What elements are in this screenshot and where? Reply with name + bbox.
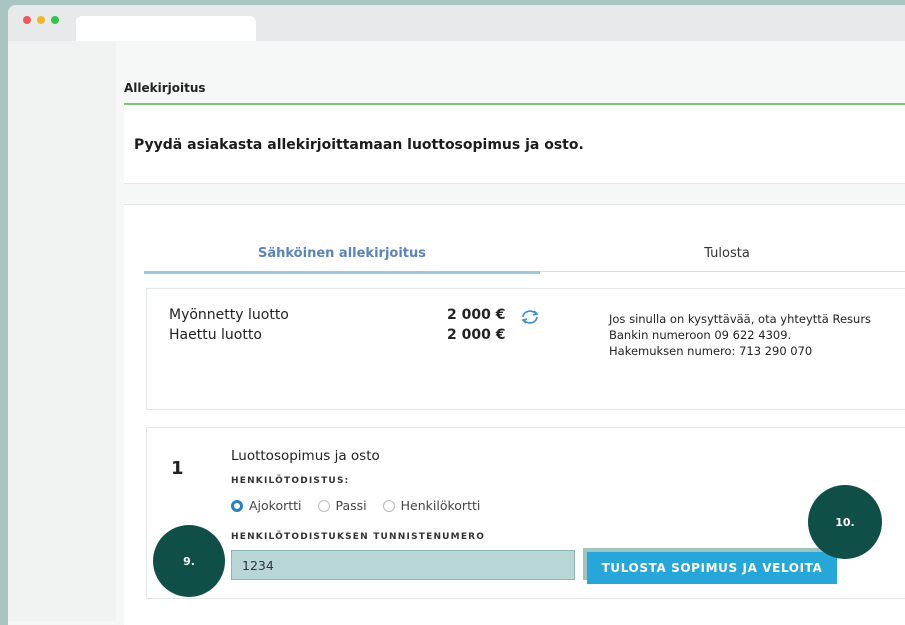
minimize-window-icon[interactable] — [37, 16, 45, 24]
granted-credit-value: 2 000 € — [447, 307, 506, 323]
applied-credit-label: Haettu luotto — [169, 327, 262, 343]
tab-label: Tulosta — [704, 246, 750, 261]
step-number: 1 — [171, 458, 184, 479]
step-credit-agreement: 1 Luottosopimus ja osto HENKILÖTODISTUS:… — [146, 427, 905, 599]
credit-summary: Myönnetty luotto 2 000 € Haettu luotto 2… — [146, 288, 905, 410]
step-title: Luottosopimus ja osto — [231, 448, 380, 464]
applied-credit-value: 2 000 € — [447, 327, 506, 343]
browser-window: Allekirjoitus Pyydä asiakasta allekirjoi… — [8, 5, 905, 625]
refresh-icon[interactable] — [519, 309, 541, 325]
contact-info-line: Jos sinulla on kysyttävää, ota yhteyttä … — [609, 312, 872, 326]
signature-card: Sähköinen allekirjoitus Tulosta Myönnett… — [124, 204, 905, 625]
callout-marker-10: 10. — [808, 485, 882, 559]
browser-tab[interactable] — [76, 16, 256, 41]
contact-info: Jos sinulla on kysyttävää, ota yhteyttä … — [609, 311, 905, 359]
page-content: Allekirjoitus Pyydä asiakasta allekirjoi… — [8, 41, 905, 625]
callout-marker-9: 9. — [153, 525, 225, 597]
radio-label: Passi — [335, 498, 367, 513]
instruction-text: Pyydä asiakasta allekirjoittamaan luotto… — [134, 137, 584, 153]
radio-label: Ajokortti — [249, 498, 302, 513]
radio-unchecked-icon[interactable] — [382, 499, 395, 512]
radio-ajokortti[interactable]: Ajokortti — [231, 498, 302, 513]
tab-label: Sähköinen allekirjoitus — [258, 246, 426, 261]
radio-unchecked-icon[interactable] — [317, 499, 330, 512]
id-number-label: HENKILÖTODISTUKSEN TUNNISTENUMERO — [231, 532, 486, 542]
application-number: Hakemuksen numero: 713 290 070 — [609, 344, 813, 358]
sidebar — [8, 41, 116, 621]
id-number-input[interactable] — [231, 550, 575, 580]
tab-print[interactable]: Tulosta — [540, 241, 905, 272]
id-document-label: HENKILÖTODISTUS: — [231, 476, 350, 486]
contact-info-line: Bankin numeroon 09 622 4309. — [609, 328, 792, 342]
close-window-icon[interactable] — [23, 16, 31, 24]
id-document-radio-group: Ajokortti Passi Henkilökortti — [231, 498, 492, 515]
maximize-window-icon[interactable] — [51, 16, 59, 24]
radio-checked-icon[interactable] — [231, 499, 243, 512]
browser-titlebar — [8, 5, 905, 41]
print-and-charge-button[interactable]: TULOSTA SOPIMUS JA VELOITA — [587, 552, 837, 584]
breadcrumb: Allekirjoitus — [124, 81, 206, 95]
radio-henkilokortti[interactable]: Henkilökortti — [382, 498, 481, 513]
granted-credit-label: Myönnetty luotto — [169, 307, 289, 323]
radio-label: Henkilökortti — [400, 498, 481, 513]
radio-passi[interactable]: Passi — [317, 498, 367, 513]
instruction-card: Pyydä asiakasta allekirjoittamaan luotto… — [124, 105, 905, 184]
tab-electronic-signature[interactable]: Sähköinen allekirjoitus — [144, 241, 540, 274]
